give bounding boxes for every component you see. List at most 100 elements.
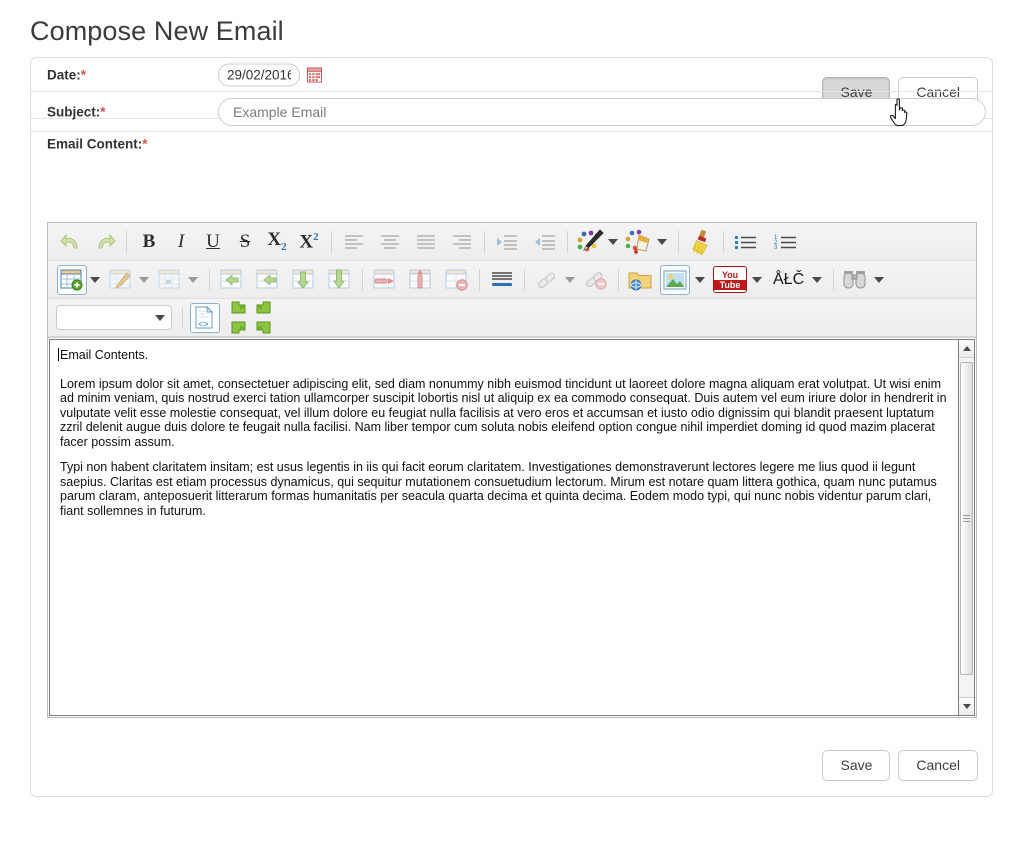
content-paragraph-1: Email Contents. (58, 348, 948, 363)
import-icon[interactable] (226, 300, 250, 318)
media-group: You Tube ÅŁČ (621, 264, 831, 295)
editor-vertical-scrollbar[interactable] (958, 339, 975, 716)
toolbar-separator (833, 268, 835, 291)
insert-table-icon[interactable] (57, 264, 87, 295)
source-code-icon[interactable]: <> (190, 302, 220, 333)
background-color-dropdown-caret[interactable] (657, 238, 667, 245)
toolbar-row-1: B I U S X2 X2 1 2 3 (48, 223, 976, 261)
insert-row-below-icon[interactable] (325, 265, 355, 295)
format-select-caret[interactable] (155, 314, 165, 321)
remove-format-group (681, 227, 721, 257)
insert-link-icon[interactable] (532, 265, 562, 295)
superscript-icon[interactable]: X2 (294, 228, 324, 256)
cancel-button-bottom[interactable]: Cancel (898, 750, 978, 781)
align-left-icon[interactable] (339, 227, 369, 257)
insert-image-icon[interactable] (660, 264, 690, 295)
format-select[interactable] (56, 305, 172, 330)
scrollbar-track[interactable] (959, 358, 974, 697)
find-group (836, 265, 893, 295)
undo-icon[interactable] (57, 227, 87, 257)
outdent-icon[interactable] (530, 227, 560, 257)
date-input[interactable] (218, 63, 300, 86)
toolbar-separator (479, 268, 480, 291)
align-center-icon[interactable] (375, 227, 405, 257)
toolbar-separator (618, 268, 619, 291)
download-icon[interactable] (252, 319, 276, 337)
table-cell-properties-icon[interactable] (155, 265, 185, 295)
youtube-label-bottom: Tube (714, 279, 746, 290)
save-button-bottom[interactable]: Save (822, 750, 891, 781)
youtube-dropdown-caret[interactable] (752, 276, 762, 283)
text-color-dropdown-caret[interactable] (608, 238, 618, 245)
delete-table-icon[interactable] (442, 265, 472, 295)
edit-table-dropdown-caret[interactable] (139, 276, 149, 283)
subject-row: Subject:* (31, 92, 992, 132)
bottom-button-group: Save Cancel (822, 750, 978, 781)
unlink-icon[interactable] (581, 265, 611, 295)
delete-row-icon[interactable] (370, 265, 400, 295)
date-row: Date:* (31, 58, 992, 92)
strikethrough-icon[interactable]: S (230, 228, 260, 256)
align-justify-icon[interactable] (411, 227, 441, 257)
remove-format-icon[interactable] (686, 227, 716, 257)
compose-panel: Save Cancel Date:* 29/02/2016 Subject:* … (30, 57, 993, 797)
insert-column-right-icon[interactable] (253, 265, 283, 295)
scroll-up-arrow[interactable] (959, 340, 974, 358)
insert-row-above-icon[interactable] (289, 265, 319, 295)
browse-server-icon[interactable] (626, 265, 656, 295)
toolbar-separator (567, 230, 568, 253)
bold-icon[interactable]: B (134, 228, 164, 256)
edit-table-icon[interactable] (106, 265, 136, 295)
insert-column-left-icon[interactable] (217, 265, 247, 295)
table-cell-dropdown-caret[interactable] (188, 276, 198, 283)
table-insert-group (212, 265, 360, 295)
email-content-textarea[interactable]: Email Contents. Lorem ipsum dolor sit am… (49, 339, 958, 716)
youtube-icon[interactable]: You Tube (713, 266, 747, 293)
bulleted-list-icon[interactable] (731, 227, 761, 257)
table-group (52, 264, 207, 295)
date-label: Date:* (47, 67, 86, 82)
numbered-list-icon[interactable]: 123 (771, 227, 801, 257)
horizontal-rule-icon[interactable] (487, 265, 517, 295)
rich-text-editor: B I U S X2 X2 1 2 3 You Tube ÅŁČ <> Emai… (47, 222, 977, 718)
link-group (527, 265, 616, 295)
email-content-required-marker: * (142, 136, 148, 151)
toolbar-separator (182, 306, 183, 329)
special-character-icon[interactable]: ÅŁČ (770, 266, 807, 294)
scroll-thumb[interactable] (960, 362, 973, 675)
content-paragraph-2: Lorem ipsum dolor sit amet, consectetuer… (60, 376, 947, 449)
subject-input[interactable] (218, 97, 986, 126)
background-color-icon[interactable] (624, 227, 654, 257)
export-icon[interactable] (252, 300, 276, 318)
insert-link-dropdown-caret[interactable] (565, 276, 575, 283)
toolbar-separator (524, 268, 525, 291)
upload-icon[interactable] (226, 319, 250, 337)
special-character-dropdown-caret[interactable] (812, 276, 823, 283)
svg-text:<>: <> (198, 319, 209, 329)
insert-image-dropdown-caret[interactable] (695, 276, 705, 283)
indent-icon[interactable] (492, 227, 522, 257)
text-style-group: B I U S X2 X2 (129, 228, 329, 256)
email-content-label-text: Email Content: (47, 136, 143, 151)
calendar-icon[interactable] (307, 67, 322, 82)
find-replace-dropdown-caret[interactable] (874, 276, 885, 283)
italic-icon[interactable]: I (166, 228, 196, 256)
subscript-icon[interactable]: X2 (262, 228, 292, 256)
redo-icon[interactable] (89, 227, 119, 257)
text-color-icon[interactable] (575, 227, 605, 257)
find-replace-icon[interactable] (841, 265, 871, 295)
underline-icon[interactable]: U (198, 228, 228, 256)
toolbar-separator (723, 230, 724, 253)
align-right-icon[interactable] (447, 227, 477, 257)
delete-column-icon[interactable] (406, 265, 436, 295)
compose-email-page: Compose New Email Save Cancel Date:* 29/… (0, 0, 1026, 844)
text-caret (58, 348, 59, 361)
insert-table-dropdown-caret[interactable] (90, 276, 100, 283)
content-paragraph-1-text: Email Contents. (60, 348, 149, 362)
list-group: 123 (726, 227, 806, 257)
color-group (570, 227, 676, 257)
alignment-group (334, 227, 482, 257)
content-paragraph-3: Typi non habent claritatem insitam; est … (60, 460, 937, 518)
scroll-down-arrow[interactable] (959, 697, 974, 715)
subject-label: Subject:* (47, 104, 106, 119)
